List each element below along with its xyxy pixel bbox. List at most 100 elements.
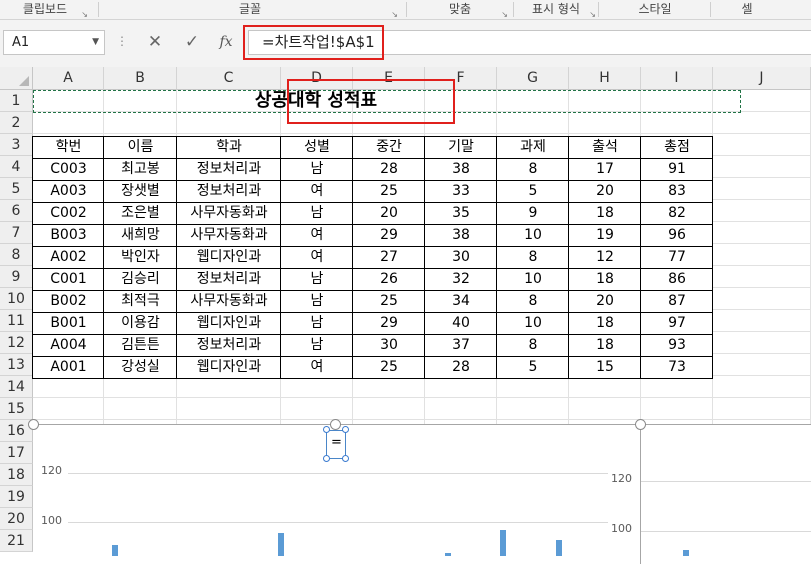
table-cell[interactable]: 여 [281, 246, 353, 268]
cancel-icon[interactable]: ✕ [145, 32, 165, 52]
table-cell[interactable]: 20 [353, 202, 425, 224]
row-header-10[interactable]: 10 [0, 288, 33, 310]
column-header-b[interactable]: B [104, 67, 177, 90]
row-header-4[interactable]: 4 [0, 156, 33, 178]
table-cell[interactable]: 35 [425, 202, 497, 224]
table-cell[interactable]: 82 [641, 202, 713, 224]
chart-area-secondary[interactable] [641, 424, 811, 564]
table-cell[interactable]: 87 [641, 290, 713, 312]
row-header-6[interactable]: 6 [0, 200, 33, 222]
table-cell[interactable]: 8 [497, 158, 569, 180]
row-header-17[interactable]: 17 [0, 442, 33, 464]
table-cell[interactable]: 여 [281, 356, 353, 378]
row-header-21[interactable]: 21 [0, 530, 33, 552]
table-cell[interactable]: 18 [569, 334, 641, 356]
table-header-cell[interactable]: 총점 [641, 136, 713, 158]
table-cell[interactable]: 38 [425, 158, 497, 180]
table-cell[interactable]: 20 [569, 290, 641, 312]
table-cell[interactable]: 8 [497, 246, 569, 268]
table-cell[interactable]: B002 [33, 290, 104, 312]
table-cell[interactable]: 남 [281, 334, 353, 356]
table-header-cell[interactable]: 과제 [497, 136, 569, 158]
table-cell[interactable]: 18 [569, 312, 641, 334]
row-header-8[interactable]: 8 [0, 244, 33, 266]
table-cell[interactable]: 남 [281, 202, 353, 224]
table-cell[interactable]: C003 [33, 158, 104, 180]
table-cell[interactable]: B001 [33, 312, 104, 334]
row-header-5[interactable]: 5 [0, 178, 33, 200]
chart-bar[interactable] [278, 533, 284, 556]
table-header-cell[interactable]: 성별 [281, 136, 353, 158]
table-cell[interactable]: 26 [353, 268, 425, 290]
chart-bar[interactable] [500, 530, 506, 556]
table-cell[interactable]: B003 [33, 224, 104, 246]
table-cell[interactable]: 27 [353, 246, 425, 268]
table-cell[interactable]: 새희망 [104, 224, 177, 246]
table-cell[interactable]: C002 [33, 202, 104, 224]
row-header-11[interactable]: 11 [0, 310, 33, 332]
table-header-cell[interactable]: 출석 [569, 136, 641, 158]
column-header-c[interactable]: C [177, 67, 281, 90]
table-cell[interactable]: 8 [497, 334, 569, 356]
row-header-15[interactable]: 15 [0, 398, 33, 420]
table-cell[interactable]: 여 [281, 180, 353, 202]
row-header-18[interactable]: 18 [0, 464, 33, 486]
table-header-cell[interactable]: 학번 [33, 136, 104, 158]
table-cell[interactable]: 남 [281, 290, 353, 312]
table-cell[interactable]: 25 [353, 180, 425, 202]
table-header-cell[interactable]: 이름 [104, 136, 177, 158]
textbox-handle[interactable] [342, 455, 349, 462]
row-header-2[interactable]: 2 [0, 112, 33, 134]
table-cell[interactable]: 9 [497, 202, 569, 224]
table-cell[interactable]: 30 [425, 246, 497, 268]
table-cell[interactable]: 29 [353, 224, 425, 246]
table-cell[interactable]: A003 [33, 180, 104, 202]
table-cell[interactable]: 25 [353, 356, 425, 378]
resize-handle[interactable] [28, 419, 39, 430]
table-cell[interactable]: A004 [33, 334, 104, 356]
insert-function-icon[interactable]: fx [216, 34, 236, 50]
table-cell[interactable]: 10 [497, 312, 569, 334]
table-cell[interactable]: 사무자동화과 [177, 202, 281, 224]
table-cell[interactable]: 83 [641, 180, 713, 202]
column-header-i[interactable]: I [641, 67, 713, 90]
table-cell[interactable]: 김튼튼 [104, 334, 177, 356]
table-cell[interactable]: 최적극 [104, 290, 177, 312]
table-cell[interactable]: 96 [641, 224, 713, 246]
row-header-14[interactable]: 14 [0, 376, 33, 398]
table-cell[interactable]: 정보처리과 [177, 268, 281, 290]
row-header-9[interactable]: 9 [0, 266, 33, 288]
column-header-j[interactable]: J [713, 67, 811, 90]
row-header-3[interactable]: 3 [0, 134, 33, 156]
table-cell[interactable]: 17 [569, 158, 641, 180]
row-header-13[interactable]: 13 [0, 354, 33, 376]
table-cell[interactable]: 웹디자인과 [177, 246, 281, 268]
table-cell[interactable]: 32 [425, 268, 497, 290]
table-cell[interactable]: 19 [569, 224, 641, 246]
table-cell[interactable]: 웹디자인과 [177, 356, 281, 378]
table-cell[interactable]: 25 [353, 290, 425, 312]
table-cell[interactable]: 최고봉 [104, 158, 177, 180]
chart-bar[interactable] [556, 540, 562, 556]
table-header-cell[interactable]: 학과 [177, 136, 281, 158]
table-cell[interactable]: 정보처리과 [177, 158, 281, 180]
table-cell[interactable]: 40 [425, 312, 497, 334]
row-header-7[interactable]: 7 [0, 222, 33, 244]
table-cell[interactable]: 18 [569, 202, 641, 224]
table-cell[interactable]: 5 [497, 356, 569, 378]
table-cell[interactable]: 사무자동화과 [177, 290, 281, 312]
table-cell[interactable]: 29 [353, 312, 425, 334]
table-cell[interactable]: 박인자 [104, 246, 177, 268]
table-cell[interactable]: 정보처리과 [177, 334, 281, 356]
table-cell[interactable]: 남 [281, 268, 353, 290]
row-header-12[interactable]: 12 [0, 332, 33, 354]
table-cell[interactable]: 12 [569, 246, 641, 268]
column-header-g[interactable]: G [497, 67, 569, 90]
chart-bar[interactable] [112, 545, 118, 556]
column-header-a[interactable]: A [33, 67, 104, 90]
table-cell[interactable]: 20 [569, 180, 641, 202]
textbox-handle[interactable] [342, 426, 349, 433]
table-cell[interactable]: 김승리 [104, 268, 177, 290]
resize-handle[interactable] [330, 419, 341, 430]
table-cell[interactable]: 28 [353, 158, 425, 180]
